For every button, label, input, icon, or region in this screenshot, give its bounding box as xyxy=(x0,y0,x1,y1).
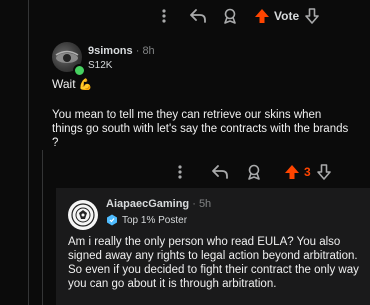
comment-body: You mean to tell me they can retrieve ou… xyxy=(52,109,349,149)
karma-flair: S12K xyxy=(88,60,112,71)
username-text[interactable]: AiapaecGaming xyxy=(106,198,189,210)
award-icon[interactable] xyxy=(246,164,262,180)
comment-author[interactable]: AiapaecGaming · 5h xyxy=(106,198,211,210)
user-flair: Top 1% Poster xyxy=(106,214,187,226)
comment-body-line-1: Wait 💪 xyxy=(52,77,93,92)
vote-count: 3 xyxy=(304,165,311,179)
comment-author[interactable]: 9simons · 8h xyxy=(88,45,155,57)
reply-comment-card: AiapaecGaming · 5h Top 1% Poster Am i re… xyxy=(56,188,370,305)
flair-text: Top 1% Poster xyxy=(122,214,188,226)
vote-label: Vote xyxy=(274,9,300,23)
top-action-row: Vote xyxy=(156,4,319,28)
comment-time: 5h xyxy=(198,198,212,210)
comment-body: Am i really the only person who read EUL… xyxy=(68,236,359,290)
thread-line-outer xyxy=(28,0,29,305)
username-text[interactable]: 9simons xyxy=(88,45,133,57)
more-options-icon[interactable] xyxy=(156,9,172,23)
upvote-icon[interactable] xyxy=(284,164,300,180)
downvote-icon[interactable] xyxy=(305,8,319,24)
comment-text-short: Wait xyxy=(52,77,76,91)
reply-icon[interactable] xyxy=(190,9,206,23)
karma-text: S12K xyxy=(88,60,113,71)
thread-line-inner xyxy=(42,150,43,305)
badge-icon xyxy=(106,214,118,226)
comment-time: 8h xyxy=(142,45,155,57)
online-status-icon xyxy=(73,64,86,77)
flexed-biceps-emoji: 💪 xyxy=(78,79,93,91)
reply-icon[interactable] xyxy=(212,165,228,179)
more-options-icon[interactable] xyxy=(172,165,188,179)
comment-action-row: 3 xyxy=(172,160,331,184)
award-icon[interactable] xyxy=(222,8,238,24)
upvote-icon[interactable] xyxy=(254,8,270,24)
avatar[interactable] xyxy=(68,200,98,230)
downvote-icon[interactable] xyxy=(316,164,331,180)
